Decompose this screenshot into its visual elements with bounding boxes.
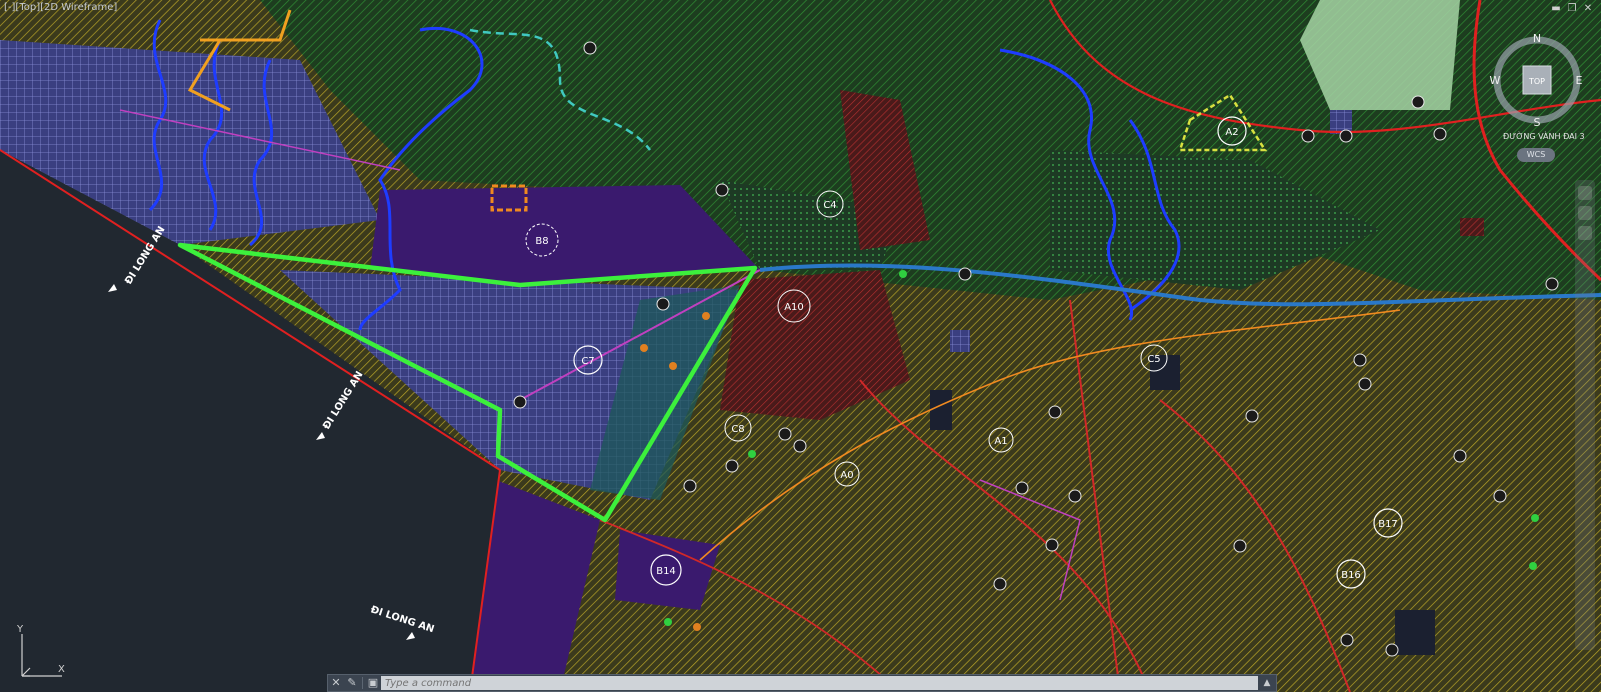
nav-orbit-icon[interactable] — [1578, 226, 1592, 240]
svg-text:C8: C8 — [731, 424, 744, 435]
viewcube-south[interactable]: S — [1534, 116, 1541, 128]
viewcube-north[interactable]: N — [1533, 32, 1541, 45]
customize-wrench-icon[interactable]: ✎ — [344, 675, 360, 691]
zone-red-east — [1460, 218, 1484, 236]
command-input[interactable] — [381, 676, 1258, 690]
land-light-green — [1300, 0, 1460, 110]
viewport-label[interactable]: [-][Top][2D Wireframe] — [4, 2, 117, 13]
grid-block-small — [950, 330, 970, 352]
viewcube-east[interactable]: E — [1576, 74, 1583, 87]
command-line: ✕ ✎ ▣ ▲ — [327, 674, 1277, 692]
viewcube-west[interactable]: W — [1490, 74, 1501, 87]
ucs-x-label: X — [58, 664, 65, 675]
ucs-y-label: Y — [16, 624, 24, 635]
svg-text:B14: B14 — [656, 566, 676, 577]
svg-text:A0: A0 — [840, 470, 853, 481]
command-prompt-icon[interactable]: ▣ — [365, 675, 381, 691]
svg-text:C5: C5 — [1147, 354, 1160, 365]
viewcube[interactable]: TOP N S E W — [1487, 28, 1587, 128]
svg-text:C4: C4 — [823, 200, 836, 211]
svg-text:A10: A10 — [784, 302, 804, 313]
viewcube-face-top[interactable]: TOP — [1528, 77, 1545, 86]
minimize-icon[interactable]: ▬ — [1551, 4, 1561, 14]
svg-text:A2: A2 — [1225, 127, 1238, 138]
road-label-vanh-dai: ĐƯỜNG VÀNH ĐAI 3 — [1503, 132, 1585, 141]
wcs-menu[interactable]: WCS — [1517, 148, 1555, 162]
drawing-viewport[interactable]: B8 C4 C7 A10 C8 C5 A1 A0 B14 B17 B16 A2 — [0, 0, 1601, 692]
navigation-bar[interactable] — [1575, 180, 1595, 650]
svg-text:A1: A1 — [994, 436, 1007, 447]
cad-map[interactable]: B8 C4 C7 A10 C8 C5 A1 A0 B14 B17 B16 A2 — [0, 0, 1601, 692]
command-separator — [362, 677, 363, 689]
svg-text:B8: B8 — [535, 236, 548, 247]
svg-text:C7: C7 — [581, 356, 594, 367]
viewport-window-controls: ▬ ❐ ✕ — [1551, 4, 1593, 14]
nav-zoom-icon[interactable] — [1578, 206, 1592, 220]
restore-icon[interactable]: ❐ — [1567, 4, 1577, 14]
close-command-icon[interactable]: ✕ — [328, 675, 344, 691]
pond-1 — [930, 390, 952, 430]
pond-2 — [1395, 610, 1435, 655]
svg-text:B16: B16 — [1341, 570, 1361, 581]
close-icon[interactable]: ✕ — [1583, 4, 1593, 14]
command-history-arrow-icon[interactable]: ▲ — [1258, 678, 1276, 688]
nav-pan-icon[interactable] — [1578, 186, 1592, 200]
svg-text:B17: B17 — [1378, 519, 1398, 530]
